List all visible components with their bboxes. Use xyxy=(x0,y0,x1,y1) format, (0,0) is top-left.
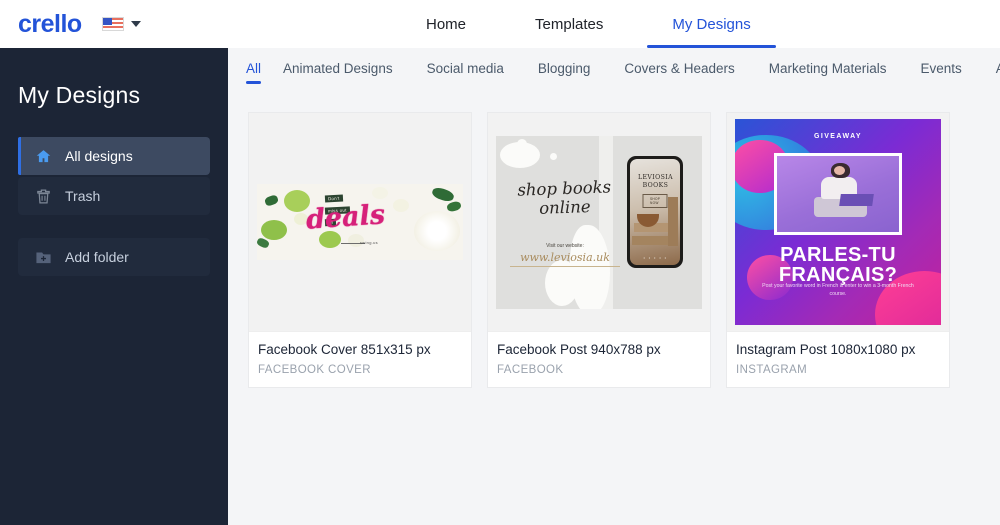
facebook-cover-artwork: Don't miss out on deals swing.us xyxy=(257,184,463,260)
sidebar-item-add-folder[interactable]: Add folder xyxy=(18,238,210,276)
sidebar-item-label: Add folder xyxy=(65,249,129,265)
design-thumbnail: GIVEAWAY PARLES-TU FRANÇAIS? Post your f… xyxy=(727,113,949,331)
sidebar-title: My Designs xyxy=(18,82,141,108)
category-tab-animated-designs[interactable]: Animated Designs xyxy=(283,48,410,76)
design-card-facebook-post[interactable]: shop books online Visit our website: www… xyxy=(487,112,711,388)
design-card-subtitle: INSTAGRAM xyxy=(736,363,808,376)
category-tab-social-media[interactable]: Social media xyxy=(427,48,521,76)
giveaway-headline-line1: PARLES-TU xyxy=(780,243,896,266)
post-url: www.leviosia.uk xyxy=(510,251,620,268)
sidebar-item-label: All designs xyxy=(65,148,133,164)
cover-tag-line-1: Don't xyxy=(324,194,343,203)
design-thumbnail: Don't miss out on deals swing.us xyxy=(249,113,471,331)
category-tab-blogging[interactable]: Blogging xyxy=(538,48,608,76)
design-card-facebook-cover[interactable]: Don't miss out on deals swing.us Faceboo… xyxy=(248,112,472,388)
design-card-subtitle: FACEBOOK COVER xyxy=(258,363,371,376)
category-tab-ads[interactable]: Ac xyxy=(996,48,1000,76)
design-card-meta: Facebook Post 940x788 px FACEBOOK xyxy=(488,331,710,387)
category-tab-all[interactable]: All xyxy=(246,48,262,84)
category-tab-covers-headers[interactable]: Covers & Headers xyxy=(624,48,751,76)
phone-dots: • • • • • xyxy=(643,254,668,260)
primary-nav: Home Templates My Designs xyxy=(420,0,777,48)
phone-screen: LEVIOSIA BOOKS SHOP NOW • • • • • xyxy=(630,159,681,266)
giveaway-kicker: GIVEAWAY xyxy=(814,133,862,141)
design-card-subtitle: FACEBOOK xyxy=(497,363,564,376)
sidebar-nav-list: All designs Trash Add folder xyxy=(0,137,228,276)
us-flag-icon xyxy=(101,17,124,31)
phone-shop-now-button: SHOP NOW xyxy=(642,194,668,209)
design-card-grid: Don't miss out on deals swing.us Faceboo… xyxy=(228,92,1000,388)
giveaway-headline: PARLES-TU FRANÇAIS? xyxy=(735,243,941,285)
top-header: crello Home Templates My Designs xyxy=(0,0,1000,48)
giveaway-subtext: Post your favorite word in French & ente… xyxy=(762,282,914,298)
design-card-title: Facebook Cover 851x315 px xyxy=(258,342,431,357)
phone-mockup: LEVIOSIA BOOKS SHOP NOW • • • • • xyxy=(627,156,684,269)
nav-tab-templates[interactable]: Templates xyxy=(529,0,609,48)
sidebar-item-label: Trash xyxy=(65,188,101,204)
design-card-meta: Facebook Cover 851x315 px FACEBOOK COVER xyxy=(249,331,471,387)
category-tab-bar: All Animated Designs Social media Bloggi… xyxy=(228,48,1000,92)
category-tab-marketing-materials[interactable]: Marketing Materials xyxy=(769,48,904,76)
language-selector[interactable] xyxy=(101,17,141,31)
instagram-post-artwork: GIVEAWAY PARLES-TU FRANÇAIS? Post your f… xyxy=(735,119,941,325)
cover-caption: swing.us xyxy=(360,240,378,246)
cover-headline: deals xyxy=(305,199,387,236)
post-visit-label: Visit our website: xyxy=(546,242,584,249)
sidebar-item-trash[interactable]: Trash xyxy=(18,177,210,215)
trash-icon xyxy=(37,188,50,204)
nav-tab-my-designs[interactable]: My Designs xyxy=(647,0,777,48)
facebook-post-artwork: shop books online Visit our website: www… xyxy=(496,135,702,309)
nav-tab-home[interactable]: Home xyxy=(420,0,472,48)
design-card-title: Facebook Post 940x788 px xyxy=(497,342,661,357)
category-tab-events[interactable]: Events xyxy=(921,48,979,76)
chevron-down-icon xyxy=(130,21,141,27)
sidebar-divider xyxy=(18,217,210,238)
post-headline: shop books online xyxy=(517,177,612,219)
design-thumbnail: shop books online Visit our website: www… xyxy=(488,113,710,331)
design-card-meta: Instagram Post 1080x1080 px INSTAGRAM xyxy=(727,331,949,387)
crello-logo[interactable]: crello xyxy=(18,10,82,39)
sidebar-item-all-designs[interactable]: All designs xyxy=(18,137,210,175)
folder-add-icon xyxy=(36,252,51,263)
main-content: All Animated Designs Social media Bloggi… xyxy=(228,48,1000,525)
phone-brand: LEVIOSIA BOOKS xyxy=(637,174,673,189)
design-card-title: Instagram Post 1080x1080 px xyxy=(736,342,916,357)
sidebar: My Designs All designs Trash Add folder xyxy=(0,48,228,525)
home-icon xyxy=(36,149,51,162)
giveaway-photo xyxy=(774,152,902,236)
crello-app: crello Home Templates My Designs My Desi… xyxy=(0,0,1000,525)
design-card-instagram-post[interactable]: GIVEAWAY PARLES-TU FRANÇAIS? Post your f… xyxy=(726,112,950,388)
